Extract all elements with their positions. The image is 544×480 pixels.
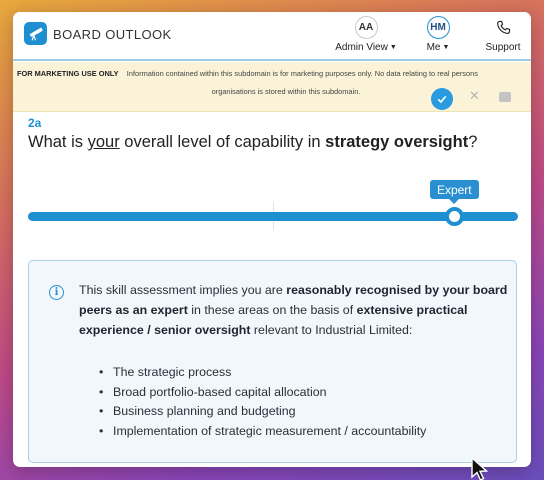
list-item: The strategic process [99,363,426,383]
question-number: 2a [28,116,42,130]
info-text-1: This skill assessment implies you are [79,283,287,297]
question-text-middle: overall level of capability in [119,133,326,151]
telescope-logo-icon[interactable] [24,22,47,45]
support-link[interactable]: Support [479,16,527,53]
admin-avatar: AA [354,16,378,39]
question-text-prefix: What is [28,133,88,151]
top-header: BOARD OUTLOOK AA Admin View ▼ HM Me ▼ Supp… [13,12,531,61]
admin-view-menu[interactable]: AA Admin View ▼ [331,16,401,53]
question-text-underlined: your [87,133,120,151]
close-icon[interactable]: ✕ [469,89,480,102]
phone-icon [492,16,515,39]
support-label: Support [485,42,521,53]
assessment-info-box: i This skill assessment implies you are … [28,260,517,463]
comment-icon[interactable] [499,92,511,102]
banner-tag: FOR MARKETING USE ONLY [17,69,119,78]
tooltip-arrow [449,199,460,204]
user-avatar: HM [426,16,450,39]
me-menu[interactable]: HM Me ▼ [413,16,463,53]
list-item: Business planning and budgeting [99,402,426,422]
assessment-description: This skill assessment implies you are re… [79,280,509,340]
question-text-bold: strategy oversight [325,133,469,151]
chevron-down-icon: ▼ [389,44,397,51]
slider-value-tooltip: Expert [429,180,479,199]
question-text-suffix: ? [468,133,478,151]
mouse-cursor-icon [470,456,496,480]
banner-text-line1: Information contained within this subdom… [126,69,478,78]
confirm-check-button[interactable] [431,88,453,110]
info-text-3: relevant to Industrial Limited: [250,323,413,337]
app-window: BOARD OUTLOOK AA Admin View ▼ HM Me ▼ Supp… [13,12,531,467]
admin-view-label: Admin View [335,42,388,53]
info-icon: i [49,285,64,300]
slider-thumb[interactable] [444,207,464,226]
capability-list: The strategic process Broad portfolio-ba… [99,363,426,441]
chevron-down-icon: ▼ [442,44,450,51]
question-title: What is your overall level of capability… [28,133,477,152]
list-item: Broad portfolio-based capital allocation [99,383,426,403]
marketing-banner: FOR MARKETING USE ONLY Information conta… [13,62,531,112]
list-item: Implementation of strategic measurement … [99,422,426,442]
info-text-2: in these areas on the basis of [187,303,357,317]
brand-name[interactable]: BOARD OUTLOOK [53,27,172,42]
me-label: Me [426,42,441,53]
